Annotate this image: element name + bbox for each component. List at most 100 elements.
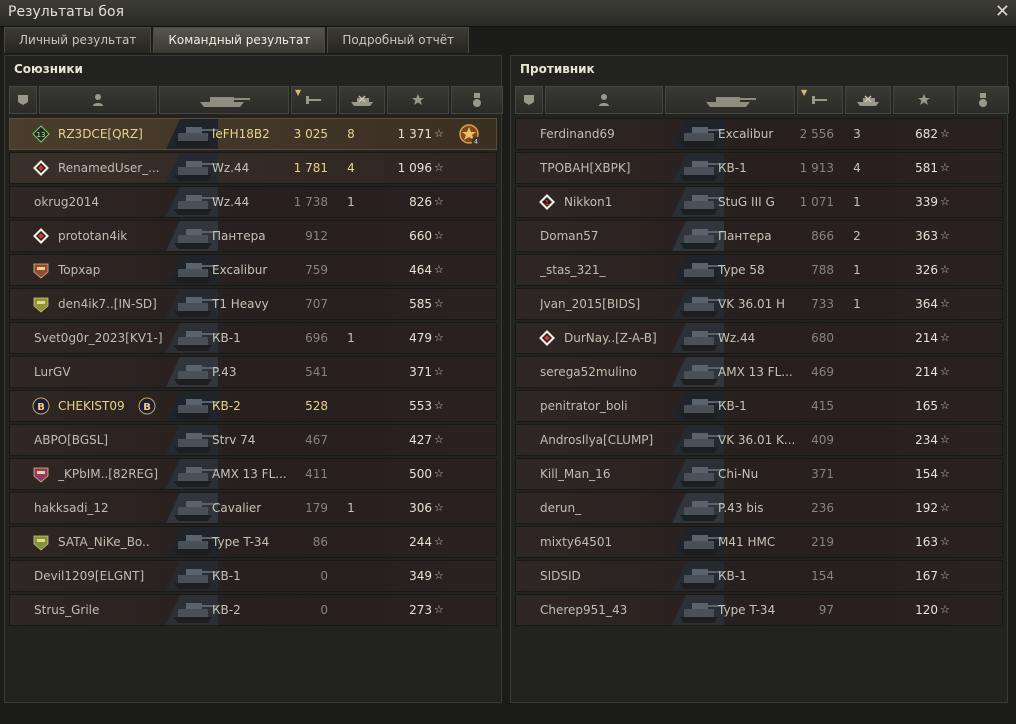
- player-name: Jvan_2015[BIDS]: [540, 297, 641, 311]
- allies-player-row[interactable]: hakksadi_12 Cavalier 179 1 306 ☆: [9, 492, 497, 524]
- allies-player-row[interactable]: prototan4ik Пантера 912 660 ☆: [9, 220, 497, 252]
- svg-text:13: 13: [37, 131, 46, 139]
- allies-player-row[interactable]: LurGV P.43 541 371 ☆: [9, 356, 497, 388]
- enemies-player-row[interactable]: Jvan_2015[BIDS] VK 36.01 H 733 1 364 ☆: [515, 288, 1003, 320]
- tank-column-header[interactable]: [665, 86, 795, 114]
- allies-player-row[interactable]: ABPO[BGSL] Strv 74 467 427 ☆: [9, 424, 497, 456]
- tank-image: [672, 357, 724, 387]
- enemies-player-row[interactable]: serega52mulino AMX 13 FL... 469 214 ☆: [515, 356, 1003, 388]
- tank-image: [166, 459, 218, 489]
- rank-diamond-icon: [538, 329, 556, 347]
- tank-image: [672, 255, 724, 285]
- enemies-player-row[interactable]: Doman57 Пантера 866 2 363 ☆: [515, 220, 1003, 252]
- frags-value: [340, 391, 362, 421]
- tank-image: [672, 595, 724, 625]
- enemies-player-row[interactable]: _stas_321_ Type 58 788 1 326 ☆: [515, 254, 1003, 286]
- enemies-player-row[interactable]: SIDSID КВ-1 154 167 ☆: [515, 560, 1003, 592]
- xp-value: 167: [915, 569, 938, 583]
- allies-player-row[interactable]: Strus_Grile КВ-2 0 273 ☆: [9, 594, 497, 626]
- enemies-player-row[interactable]: mixty64501 M41 HMC 219 163 ☆: [515, 526, 1003, 558]
- enemies-player-row[interactable]: Kill_Man_16 Chi-Nu 371 154 ☆: [515, 458, 1003, 490]
- medal-column-header[interactable]: [451, 86, 503, 114]
- damage-value: 467: [305, 433, 328, 447]
- close-icon[interactable]: ✕: [995, 1, 1010, 22]
- xp-value: 682: [915, 127, 938, 141]
- tank-image: [166, 153, 218, 183]
- allies-player-row[interactable]: SATA_NiKe_Bo.. Type T-34 86 244 ☆: [9, 526, 497, 558]
- tank-column-header[interactable]: [159, 86, 289, 114]
- medal-column-header[interactable]: [957, 86, 1009, 114]
- frags-icon: [349, 93, 375, 107]
- sort-arrow-icon: ▼: [801, 88, 808, 97]
- tab-detailed-report[interactable]: Подробный отчёт: [327, 27, 470, 53]
- frags-value: 4: [853, 161, 861, 175]
- xp-value: 364: [915, 297, 938, 311]
- xp-star-icon: [917, 93, 931, 107]
- clan-emblem-icon: [32, 533, 50, 551]
- platoon-column-header[interactable]: [515, 86, 543, 114]
- xp-value: 244: [409, 535, 432, 549]
- svg-text:1: 1: [545, 199, 549, 207]
- window-title: Результаты боя: [8, 4, 124, 20]
- tank-image: [672, 391, 724, 421]
- damage-column-header[interactable]: ▼: [797, 86, 843, 114]
- allies-player-row[interactable]: Svet0g0r_2023[KV1-] КВ-1 696 1 479 ☆: [9, 322, 497, 354]
- xp-star-icon: ☆: [434, 603, 444, 616]
- frags-column-header[interactable]: [845, 86, 891, 114]
- damage-value: 696: [305, 331, 328, 345]
- player-name: derun_: [540, 501, 582, 515]
- xp-value: 479: [409, 331, 432, 345]
- player-name: LurGV: [34, 365, 71, 379]
- tab-team-result[interactable]: Командный результат: [153, 27, 326, 53]
- allies-player-row[interactable]: Devil1209[ELGNT] КВ-1 0 349 ☆: [9, 560, 497, 592]
- damage-icon: [304, 93, 324, 107]
- enemies-player-row[interactable]: DurNay..[Z-A-B] Wz.44 680 214 ☆: [515, 322, 1003, 354]
- allies-player-row[interactable]: den4ik7..[IN-SD] T1 Heavy 707 585 ☆: [9, 288, 497, 320]
- allies-player-row[interactable]: Topxap Excalibur 759 464 ☆: [9, 254, 497, 286]
- frags-column-header[interactable]: [339, 86, 385, 114]
- xp-star-column-header[interactable]: [893, 86, 955, 114]
- platoon-column-header[interactable]: [9, 86, 37, 114]
- player-column-header[interactable]: [39, 86, 157, 114]
- tank-image: [672, 561, 724, 591]
- frags-value: [846, 595, 868, 625]
- tank-image: [166, 187, 218, 217]
- allies-panel: Союзники ▼ 13 RZ3DCE[QRZ] leFH18B2 3 025 8 1 …: [4, 55, 503, 703]
- xp-star-icon: ☆: [940, 467, 950, 480]
- allies-player-row[interactable]: B CHEKIST09 B КВ-2 528 553 ☆: [9, 390, 497, 422]
- tab-personal-result[interactable]: Личный результат: [4, 27, 152, 53]
- tab-bar: Личный результат Командный результат Под…: [4, 27, 470, 53]
- player-name: SIDSID: [540, 569, 581, 583]
- tank-image: [166, 289, 218, 319]
- xp-star-column-header[interactable]: [387, 86, 449, 114]
- enemies-player-row[interactable]: 1 Nikkon1 StuG III G1 071 1 339 ☆: [515, 186, 1003, 218]
- damage-column-header[interactable]: ▼: [291, 86, 337, 114]
- damage-value: 97: [818, 603, 834, 617]
- frags-value: [340, 289, 362, 319]
- enemies-player-row[interactable]: AndrosIlya[CLUMP] VK 36.01 K... 409 234 ☆: [515, 424, 1003, 456]
- xp-star-icon: ☆: [434, 263, 444, 276]
- xp-value: 363: [915, 229, 938, 243]
- allies-player-row[interactable]: RenamedUser_... Wz.44 1 781 4 1 096 ☆: [9, 152, 497, 184]
- allies-player-row[interactable]: okrug2014 Wz.44 1 738 1 826 ☆: [9, 186, 497, 218]
- frags-value: [846, 527, 868, 557]
- player-column-header[interactable]: [545, 86, 663, 114]
- enemies-player-row[interactable]: penitrator_boli КВ-1 415 165 ☆: [515, 390, 1003, 422]
- xp-value: 371: [409, 365, 432, 379]
- player-name: den4ik7..[IN-SD]: [58, 297, 157, 311]
- enemies-player-row[interactable]: Ferdinand69 Excalibur 2 556 3 682 ☆: [515, 118, 1003, 150]
- allies-player-row[interactable]: 13 RZ3DCE[QRZ] leFH18B2 3 025 8 1 371 ☆ 4: [9, 118, 497, 150]
- enemies-player-row[interactable]: Cherep951_43 Type T-34 97 120 ☆: [515, 594, 1003, 626]
- enemies-title: Противник: [520, 62, 595, 76]
- player-name: okrug2014: [34, 195, 99, 209]
- xp-star-icon: ☆: [940, 399, 950, 412]
- enemies-player-row[interactable]: derun_ P.43 bis 236 192 ☆: [515, 492, 1003, 524]
- player-name: RZ3DCE[QRZ]: [58, 127, 143, 141]
- damage-value: 409: [811, 433, 834, 447]
- enemies-player-row[interactable]: TPOBAH[XBPK] КВ-1 1 913 4 581 ☆: [515, 152, 1003, 184]
- allies-player-row[interactable]: _KPbIM..[82REG] AMX 13 FL... 411 500 ☆: [9, 458, 497, 490]
- tank-image: [166, 255, 218, 285]
- medal-icon[interactable]: 4: [457, 122, 481, 146]
- tank-image: [672, 459, 724, 489]
- frags-value: [846, 357, 868, 387]
